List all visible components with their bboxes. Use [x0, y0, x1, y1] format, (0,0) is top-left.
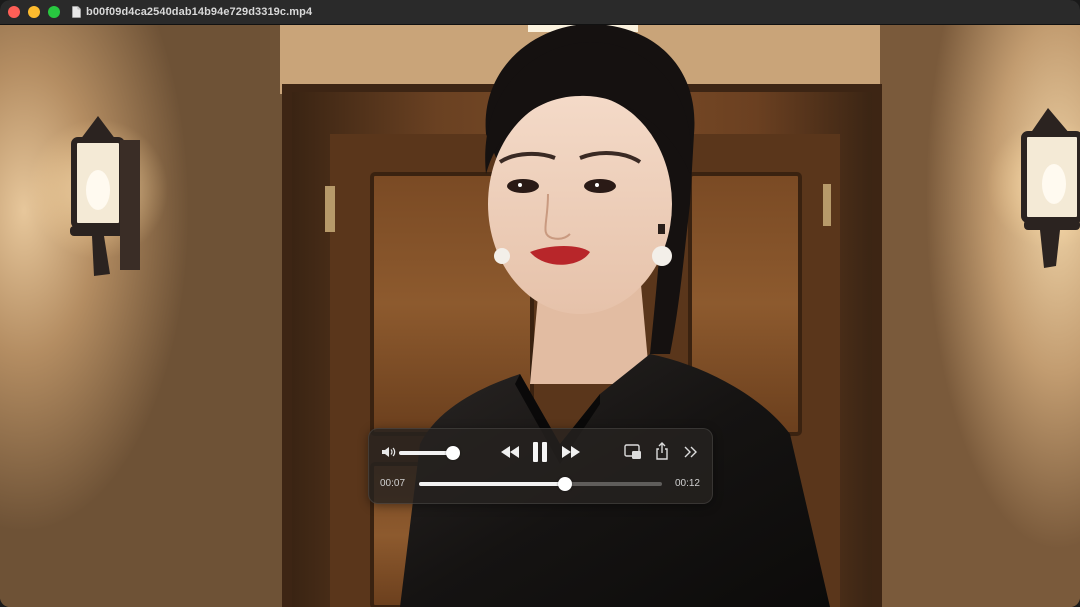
video-player-window: b00f09d4ca2540dab14b94e729d3319c.mp4 00:…: [0, 0, 1080, 607]
video-frame[interactable]: 00:07 00:12: [0, 24, 1080, 607]
progress-played-fill: [419, 482, 565, 486]
window-title-group: b00f09d4ca2540dab14b94e729d3319c.mp4: [72, 6, 312, 18]
volume-level-fill: [399, 451, 453, 455]
traffic-lights: [8, 6, 60, 18]
title-bar: b00f09d4ca2540dab14b94e729d3319c.mp4: [0, 0, 1080, 25]
chevron-double-right-icon[interactable]: [684, 446, 698, 458]
current-time: 00:07: [380, 478, 406, 489]
minimize-window-button[interactable]: [28, 6, 40, 18]
duration-time: 00:12: [674, 478, 700, 489]
zoom-window-button[interactable]: [48, 6, 60, 18]
document-icon: [72, 6, 81, 18]
fast-forward-icon[interactable]: [561, 445, 581, 459]
speaker-icon[interactable]: [381, 446, 397, 458]
progress-scrubber[interactable]: [419, 477, 662, 491]
progress-scrubber-knob[interactable]: [557, 477, 572, 491]
close-window-button[interactable]: [8, 6, 20, 18]
playback-controls: 00:07 00:12: [368, 428, 713, 504]
picture-in-picture-icon[interactable]: [624, 444, 642, 460]
video-scene-image: [0, 24, 1080, 607]
share-icon[interactable]: [655, 442, 669, 460]
pause-icon[interactable]: [531, 441, 549, 463]
rewind-icon[interactable]: [500, 445, 520, 459]
volume-slider[interactable]: [399, 446, 460, 460]
volume-slider-knob[interactable]: [446, 446, 460, 460]
window-title: b00f09d4ca2540dab14b94e729d3319c.mp4: [86, 6, 313, 18]
